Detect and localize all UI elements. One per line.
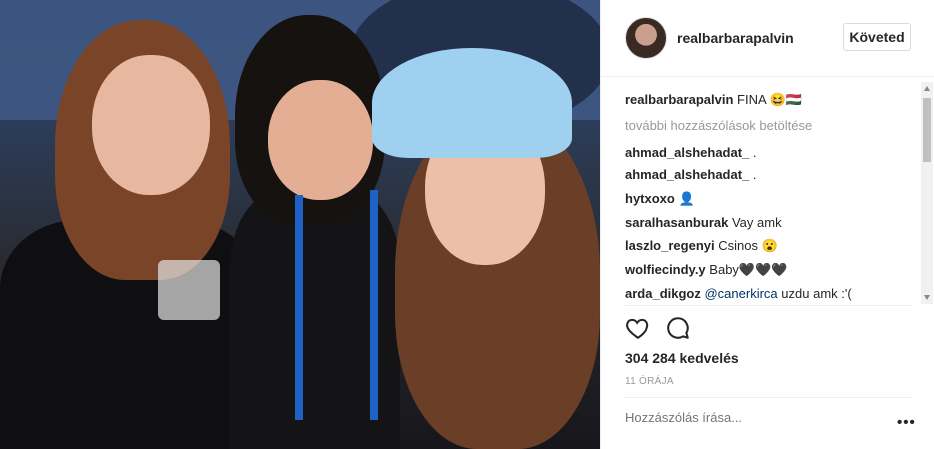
following-button[interactable]: Követed: [843, 23, 911, 51]
comment-username[interactable]: ahmad_alshehadat_: [625, 167, 749, 182]
post-photo[interactable]: [0, 0, 600, 449]
comment-username[interactable]: laszlo_regenyi: [625, 238, 715, 253]
photo-cup: [158, 260, 220, 320]
comment-username[interactable]: hytxoxo: [625, 191, 675, 206]
post-username[interactable]: realbarbarapalvin: [677, 30, 794, 46]
scroll-up-arrow-icon[interactable]: [924, 86, 930, 91]
photo-lanyard-middle-right: [370, 190, 378, 420]
caption-username[interactable]: realbarbarapalvin: [625, 92, 733, 107]
divider: [625, 305, 911, 306]
more-options-button[interactable]: •••: [897, 414, 916, 431]
list-item: wolfiecindy.y Baby🖤🖤🖤: [625, 262, 788, 278]
instagram-post-modal: realbarbarapalvin Követed realbarbarapal…: [0, 0, 934, 449]
photo-face-middle: [268, 80, 373, 200]
comment-username[interactable]: saralhasanburak: [625, 215, 728, 230]
list-item: ahmad_alshehadat_ .: [625, 145, 757, 160]
comment-username[interactable]: ahmad_alshehadat_: [625, 145, 749, 160]
comment-bubble-icon[interactable]: [665, 315, 691, 341]
like-count[interactable]: 304 284 kedvelés: [625, 350, 739, 366]
load-more-comments-link[interactable]: további hozzászólások betöltése: [625, 118, 812, 133]
post-sidebar: realbarbarapalvin Követed realbarbarapal…: [600, 0, 934, 449]
caption-text: FINA 😆🇭🇺: [737, 92, 802, 107]
comment-text: Vay amk: [731, 215, 782, 230]
comment-text: .: [752, 145, 757, 160]
post-caption: realbarbarapalvin FINA 😆🇭🇺: [625, 92, 802, 108]
comments-scrollbar[interactable]: [921, 82, 933, 304]
comment-mention[interactable]: @canerkirca: [704, 286, 777, 301]
comment-username[interactable]: wolfiecindy.y: [625, 262, 706, 277]
photo-face-left: [92, 55, 210, 195]
list-item: hytxoxo 👤: [625, 191, 695, 207]
comment-text: Csinos 😮: [718, 238, 778, 253]
photo-lanyard-middle: [295, 195, 303, 420]
add-comment-input[interactable]: [625, 410, 895, 425]
post-header: realbarbarapalvin Követed: [601, 0, 934, 77]
comment-text: uzdu amk :'(: [781, 286, 852, 301]
list-item: arda_dikgoz @canerkirca uzdu amk :'(: [625, 286, 852, 301]
avatar[interactable]: [625, 17, 667, 59]
scroll-down-arrow-icon[interactable]: [924, 295, 930, 300]
comment-text: 👤: [678, 191, 695, 206]
comment-username[interactable]: arda_dikgoz: [625, 286, 701, 301]
comment-text: Baby🖤🖤🖤: [709, 262, 788, 277]
divider: [625, 397, 911, 398]
list-item: laszlo_regenyi Csinos 😮: [625, 238, 778, 254]
heart-icon[interactable]: [625, 315, 651, 341]
list-item: ahmad_alshehadat_ .: [625, 167, 757, 182]
list-item: saralhasanburak Vay amk: [625, 215, 782, 230]
scrollbar-thumb[interactable]: [923, 98, 931, 162]
post-timestamp[interactable]: 11 ÓRÁJA: [625, 376, 674, 387]
comment-list[interactable]: realbarbarapalvin FINA 😆🇭🇺 további hozzá…: [625, 82, 921, 304]
comment-text: .: [752, 167, 757, 182]
photo-cap: [372, 48, 572, 158]
